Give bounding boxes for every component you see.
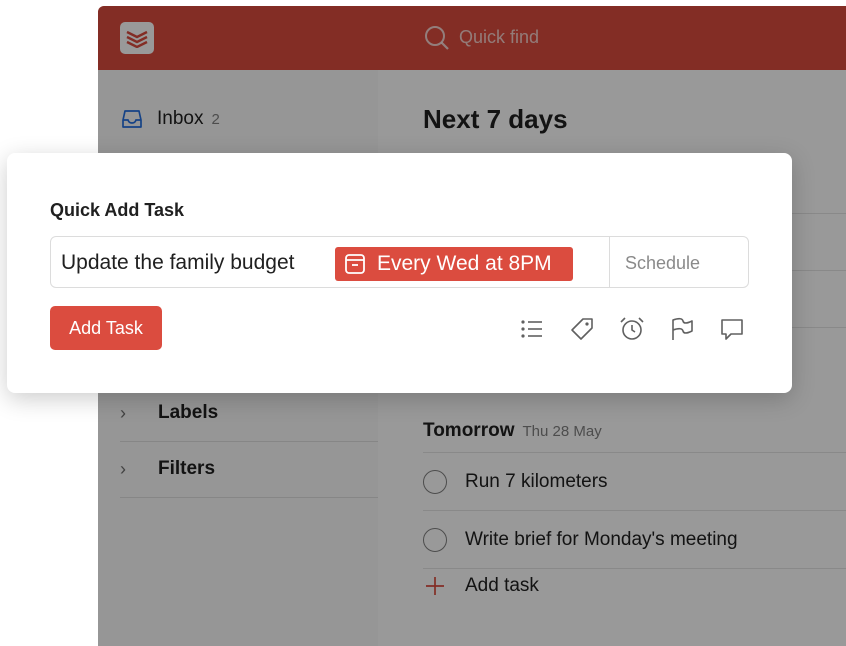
task-input-text[interactable]: Update the family budget	[61, 251, 294, 275]
due-date-text: Every Wed at 8PM	[377, 252, 552, 275]
due-date-chip[interactable]: Every Wed at 8PM	[335, 247, 573, 281]
label-tag-icon[interactable]	[569, 316, 595, 342]
project-list-icon[interactable]	[519, 316, 545, 342]
reminder-alarm-icon[interactable]	[619, 316, 645, 342]
quick-add-dialog: Quick Add Task Update the family budget …	[7, 153, 792, 393]
calendar-icon	[345, 254, 365, 274]
dialog-title: Quick Add Task	[50, 200, 185, 220]
schedule-label: Schedule	[625, 253, 701, 273]
priority-flag-icon[interactable]	[669, 316, 695, 342]
add-task-submit-label: Add Task	[69, 317, 143, 338]
add-task-submit-button[interactable]: Add Task	[50, 306, 162, 350]
schedule-button[interactable]: Schedule	[609, 237, 749, 287]
comment-icon[interactable]	[719, 316, 745, 342]
task-input[interactable]: Update the family budget Every Wed at 8P…	[50, 236, 749, 288]
